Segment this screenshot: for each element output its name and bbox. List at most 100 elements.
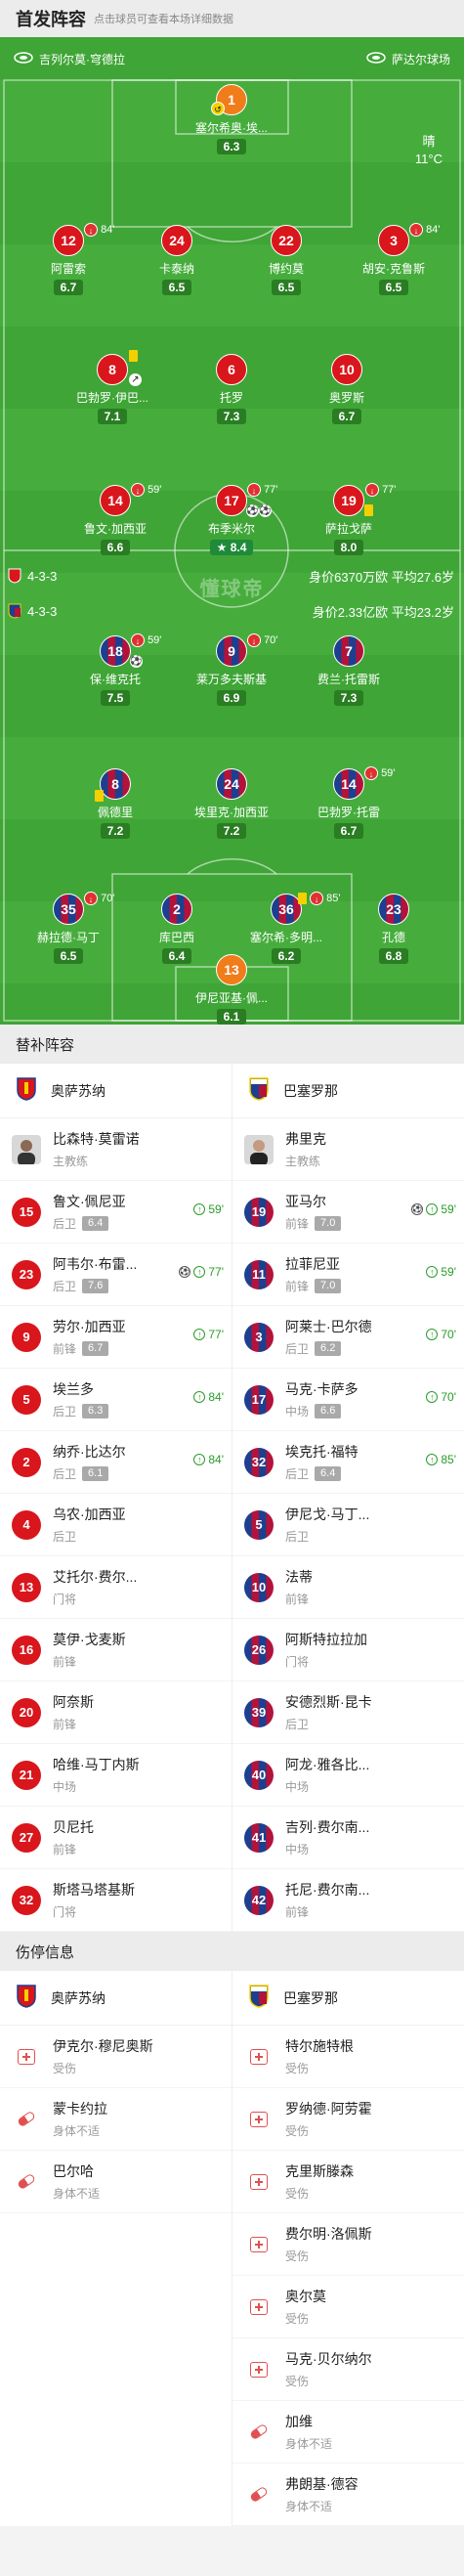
away-player[interactable]: 13 伊尼亚基·佩... 6.1 (178, 954, 285, 1025)
player-info: 巴尔哈 身体不适 (53, 2161, 222, 2202)
player-name: 萨拉戈萨 (324, 522, 372, 536)
player-rating: 6.8 (378, 948, 409, 964)
away-player[interactable]: 8 佩德里 7.2 (62, 768, 169, 840)
sub-player-row[interactable]: 27 贝尼托 前锋 (0, 1807, 232, 1869)
away-player[interactable]: 18 保·维克托 7.5 ↓ 59' ⚽ (62, 633, 169, 707)
away-player[interactable]: 24 埃里克·加西亚 7.2 (178, 768, 285, 840)
away-player[interactable]: 9 莱万多夫斯基 6.9 ↓ 70' (178, 633, 285, 707)
player-position: 前锋 (53, 1843, 77, 1856)
sub-player-row[interactable]: 17 马克·卡萨多 中场 6.6 ↑ 70' (232, 1369, 464, 1431)
player-info: 特尔施特根 受伤 (285, 2036, 454, 2076)
player-info: 托尼·费尔南... 前锋 (285, 1880, 454, 1920)
injury-row[interactable]: 巴尔哈 身体不适 (0, 2151, 232, 2213)
sub-player-row[interactable]: 11 拉菲尼亚 前锋 7.0 ↑ 59' (232, 1244, 464, 1306)
sub-player-row[interactable]: 40 阿龙·雅各比... 中场 (232, 1744, 464, 1807)
player-rating: 6.5 (161, 280, 192, 295)
away-player[interactable]: 14 巴勃罗·托雷 6.7 ↓ 59' (295, 766, 402, 840)
medical-cross-icon (244, 2042, 274, 2072)
sub-player-row[interactable]: 3 阿莱士·巴尔德 后卫 6.2 ↑ 70' (232, 1306, 464, 1369)
sub-player-row[interactable]: 21 哈维·马丁内斯 中场 (0, 1744, 232, 1807)
osasuna-crest-icon (16, 1076, 37, 1105)
injury-row[interactable]: 伊克尔·穆尼奥斯 受伤 (0, 2026, 232, 2088)
sub-player-row[interactable]: 32 斯塔马塔基斯 门将 (0, 1869, 232, 1932)
sub-player-row[interactable]: 19 亚马尔 前锋 7.0 ⚽ ↑ 59' (232, 1181, 464, 1244)
home-player[interactable]: 10 奥罗斯 6.7 (293, 354, 401, 425)
sub-player-row[interactable]: 42 托尼·费尔南... 前锋 (232, 1869, 464, 1932)
home-player[interactable]: 14 鲁文·加西亚 6.6 ↓ 59' (62, 483, 169, 556)
player-rating: 6.6 (315, 1404, 342, 1419)
home-coach-row[interactable]: 比森特·莫雷诺 主教练 (0, 1118, 232, 1181)
injury-row[interactable]: 马克·贝尔纳尔 受伤 (232, 2338, 464, 2401)
sub-in-marker: ↑ 59' (193, 1202, 224, 1216)
player-name: 乌农·加西亚 (53, 1506, 126, 1522)
home-team-header[interactable]: 奥萨苏纳 (0, 1064, 232, 1118)
injury-row[interactable]: 特尔施特根 受伤 (232, 2026, 464, 2088)
home-player[interactable]: 8 巴勃罗·伊巴... 7.1 ↗ (59, 350, 166, 425)
home-player[interactable]: 6 托罗 7.3 (178, 354, 285, 425)
player-number: 4 (12, 1509, 41, 1540)
player-number: 3 (390, 233, 398, 248)
sub-player-row[interactable]: 5 伊尼戈·马丁... 后卫 (232, 1494, 464, 1556)
player-rating: 7.2 (216, 823, 247, 839)
sub-player-row[interactable]: 41 吉列·费尔南... 中场 (232, 1807, 464, 1869)
sub-player-row[interactable]: 26 阿斯特拉拉加 门将 (232, 1619, 464, 1681)
weather: 晴 11°C (415, 133, 443, 168)
player-rating: 6.4 (82, 1216, 109, 1231)
sub-player-row[interactable]: 32 埃克托·福特 后卫 6.4 ↑ 85' (232, 1431, 464, 1494)
sub-out-marker: ↓ 77' (365, 483, 396, 497)
sub-out-marker: ↓ 70' (84, 892, 114, 905)
sub-player-row[interactable]: 5 埃兰多 后卫 6.3 ↑ 84' (0, 1369, 232, 1431)
sub-player-row[interactable]: 23 阿韦尔·布雷... 后卫 7.6 ⚽ ↑ 77' (0, 1244, 232, 1306)
stadium-icon (366, 51, 386, 67)
sub-in-arrow-icon: ↑ (193, 1454, 206, 1465)
away-coach-row[interactable]: 弗里克 主教练 (232, 1118, 464, 1181)
away-player[interactable]: 7 费兰·托雷斯 7.3 (295, 635, 402, 707)
away-player[interactable]: 35 赫拉德·马丁 6.5 ↓ 70' (15, 892, 122, 965)
sub-player-row[interactable]: 39 安德烈斯·昆卡 后卫 (232, 1681, 464, 1744)
player-info: 伊克尔·穆尼奥斯 受伤 (53, 2036, 222, 2076)
injury-row[interactable]: 奥尔莫 受伤 (232, 2276, 464, 2338)
injury-row[interactable]: 蒙卡约拉 身体不适 (0, 2088, 232, 2151)
yellow-card-icon (129, 350, 138, 363)
player-name: 保·维克托 (90, 673, 141, 686)
sub-out-marker: ↓ 84' (84, 223, 114, 237)
injury-row[interactable]: 弗朗基·德容 身体不适 (232, 2464, 464, 2526)
home-team-header[interactable]: 奥萨苏纳 (0, 1971, 232, 2026)
injury-row[interactable]: 克里斯滕森 受伤 (232, 2151, 464, 2213)
sub-player-row[interactable]: 9 劳尔·加西亚 前锋 6.7 ↑ 77' (0, 1306, 232, 1369)
sub-player-row[interactable]: 4 乌农·加西亚 后卫 (0, 1494, 232, 1556)
home-player[interactable]: 3 胡安·克鲁斯 6.5 ↓ 84' (340, 223, 447, 296)
injury-status: 受伤 (53, 2062, 77, 2075)
sub-player-row[interactable]: 2 纳乔·比达尔 后卫 6.1 ↑ 84' (0, 1431, 232, 1494)
away-team-header[interactable]: 巴塞罗那 (232, 1971, 464, 2026)
home-player[interactable]: 22 博约莫 6.5 (232, 225, 340, 296)
home-formation-summary: 身价6370万欧 平均27.6岁 (309, 569, 454, 585)
sub-player-row[interactable]: 10 法蒂 前锋 (232, 1556, 464, 1619)
player-position-line: 前锋 (285, 1903, 454, 1920)
sub-player-row[interactable]: 20 阿奈斯 前锋 (0, 1681, 232, 1744)
injury-row[interactable]: 罗纳德·阿劳霍 受伤 (232, 2088, 464, 2151)
player-position: 中场 (285, 1405, 310, 1419)
home-player[interactable]: 24 卡泰纳 6.5 (123, 225, 231, 296)
home-player[interactable]: 17 布季米尔 ★ 8.4 ↓ 77' ⚽⚽ (178, 483, 285, 556)
injury-row[interactable]: 加维 身体不适 (232, 2401, 464, 2464)
sub-player-row[interactable]: 15 鲁文·佩尼亚 后卫 6.4 ↑ 59' (0, 1181, 232, 1244)
player-number: 19 (244, 1197, 274, 1227)
player-name: 费兰·托雷斯 (317, 673, 380, 686)
away-team-header[interactable]: 巴塞罗那 (232, 1064, 464, 1118)
home-player[interactable]: 12 阿雷索 6.7 ↓ 84' (15, 223, 122, 296)
sub-player-row[interactable]: 16 莫伊·戈麦斯 前锋 (0, 1619, 232, 1681)
away-player[interactable]: 23 孔德 6.8 (340, 894, 447, 965)
coach-name: 弗里克 (285, 1131, 326, 1147)
player-info: 乌农·加西亚 后卫 (53, 1505, 222, 1545)
player-number: 12 (61, 233, 76, 248)
player-position-line: 后卫 6.4 (53, 1215, 222, 1232)
player-name: 埃里克·加西亚 (194, 806, 269, 819)
player-name: 伊尼戈·马丁... (285, 1506, 370, 1522)
home-player[interactable]: 19 萨拉戈萨 8.0 ↓ 77' (295, 483, 402, 556)
osasuna-crest-icon (8, 568, 21, 587)
home-player[interactable]: 1 塞尔希奥·埃... 6.3 ↺ (178, 84, 285, 155)
player-name: 马克·贝尔纳尔 (285, 2351, 372, 2367)
sub-player-row[interactable]: 13 艾托尔·费尔... 门将 (0, 1556, 232, 1619)
injury-row[interactable]: 费尔明·洛佩斯 受伤 (232, 2213, 464, 2276)
